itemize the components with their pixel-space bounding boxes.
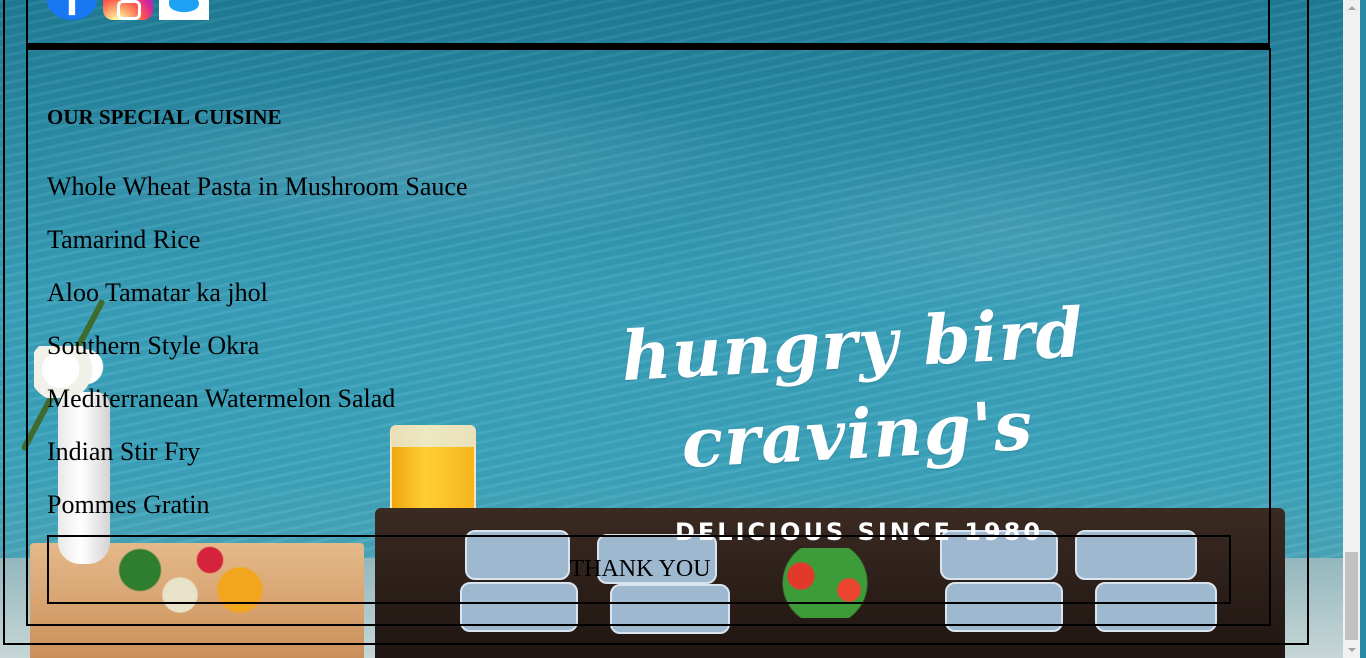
instagram-icon[interactable] [103, 0, 153, 20]
scroll-down-icon[interactable] [1343, 641, 1360, 658]
list-item: Whole Wheat Pasta in Mushroom Sauce [47, 172, 468, 201]
list-item: Tamarind Rice [47, 225, 201, 254]
list-item: Aloo Tamatar ka jhol [47, 278, 268, 307]
twitter-icon[interactable] [159, 0, 209, 20]
scrollbar-thumb[interactable] [1345, 552, 1358, 640]
list-item: Southern Style Okra [47, 331, 260, 360]
section-heading: OUR SPECIAL CUISINE [47, 105, 282, 129]
vertical-scrollbar[interactable] [1343, 0, 1360, 658]
list-item: Mediterranean Watermelon Salad [47, 384, 396, 413]
list-item: Indian Stir Fry [47, 437, 201, 466]
thank-you-box: THANK YOU [47, 535, 1231, 604]
thank-you-text: THANK YOU [569, 556, 711, 582]
social-section [26, 0, 1270, 48]
list-item: Pommes Gratin [47, 490, 210, 519]
scroll-up-icon[interactable] [1343, 0, 1360, 17]
cuisine-list: Whole Wheat Pasta in Mushroom Sauce Tama… [47, 160, 467, 531]
